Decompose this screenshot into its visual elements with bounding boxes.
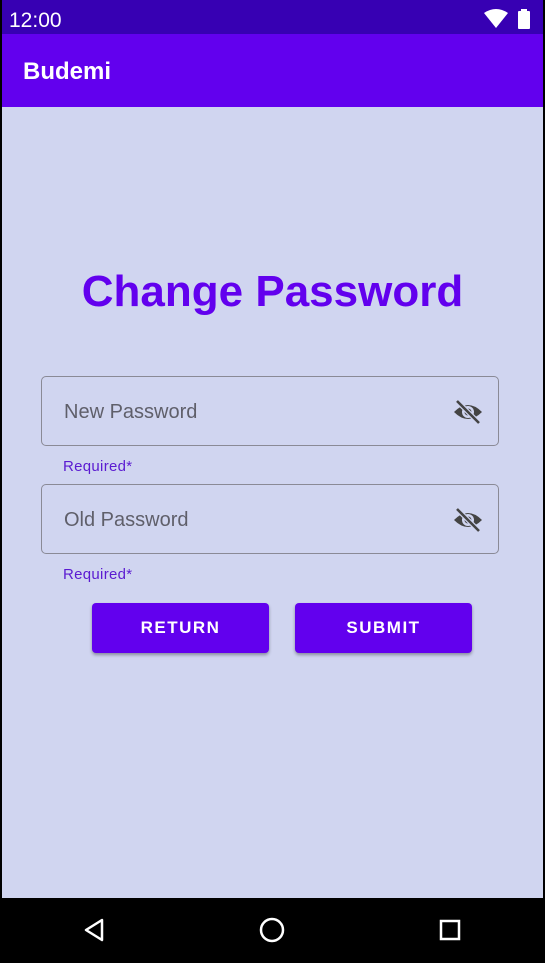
app-title: Budemi	[23, 58, 112, 85]
status-time: 12:00	[9, 9, 62, 32]
back-icon[interactable]	[80, 915, 110, 945]
screen: 12:00 Budemi Change Password Required* R…	[2, 0, 543, 963]
return-button[interactable]: RETURN	[92, 603, 269, 653]
app-bar: Budemi	[2, 34, 543, 107]
old-password-helper: Required*	[63, 566, 133, 583]
new-password-field[interactable]	[41, 376, 499, 447]
status-icons	[483, 9, 533, 29]
status-bar: 12:00	[2, 0, 543, 34]
visibility-off-icon[interactable]	[452, 506, 484, 534]
page-title: Change Password	[81, 267, 464, 316]
new-password-input[interactable]	[62, 377, 436, 447]
home-icon[interactable]	[257, 915, 287, 945]
battery-icon	[518, 9, 530, 29]
submit-button[interactable]: SUBMIT	[295, 603, 472, 653]
visibility-off-icon[interactable]	[452, 398, 484, 426]
recents-icon[interactable]	[435, 915, 465, 945]
old-password-input[interactable]	[62, 485, 436, 555]
old-password-field[interactable]	[41, 484, 499, 555]
wifi-icon	[484, 9, 508, 28]
new-password-helper: Required*	[63, 458, 133, 475]
navigation-bar	[0, 898, 545, 963]
